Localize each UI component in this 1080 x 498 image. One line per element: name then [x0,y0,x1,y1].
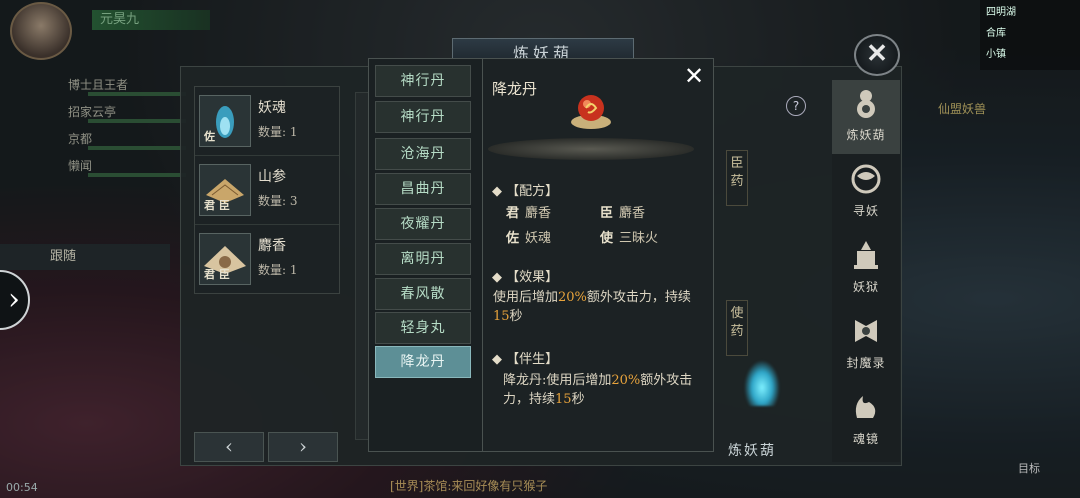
target-button[interactable]: 目标 [1018,460,1040,476]
recipe-item[interactable]: 离明丹 [375,243,471,275]
tab-gourd[interactable]: 炼妖葫 [832,80,900,154]
formula-entry: 臣麝香 [600,206,646,221]
minimap[interactable]: 四明湖 合库 小镇 [980,0,1080,70]
recipe-list: 神行丹 神行丹 沧海丹 昌曲丹 夜耀丹 离明丹 春风散 轻身丸 降龙丹 [368,58,483,452]
recipe-item[interactable]: 春风散 [375,278,471,310]
party-member[interactable]: 懒闻 [20,153,186,180]
party-member[interactable]: 博士且王者 [20,72,186,99]
effect-header: ◆ 【效果】 [492,270,559,285]
soul-mirror-icon [855,396,876,418]
material-list: 佐 妖魂 数量: 1 君 臣 山参 数量: 3 君 臣 麝香 数量: 1 [194,86,340,294]
shi-yao-slot[interactable]: 使药 [726,300,748,356]
formula-entry: 佐妖魂 [506,231,552,246]
pedestal [488,138,694,160]
hp-bar [88,173,186,177]
party-member[interactable]: 招家云亭 [20,99,186,126]
recipe-item[interactable]: 昌曲丹 [375,173,471,205]
player-name: 元昊九 [92,10,210,30]
prev-page-button[interactable]: ‹ [194,432,264,462]
follow-button[interactable]: 跟随 [0,244,170,270]
tab-column: 炼妖葫 寻妖 妖狱 封魔录 魂镜 [832,80,900,462]
recipe-item[interactable]: 神行丹 [375,65,471,97]
recipe-item-selected[interactable]: 降龙丹 [375,346,471,378]
ginseng-icon: 君 臣 [199,164,251,216]
recipe-item[interactable]: 神行丹 [375,101,471,133]
party-member[interactable]: 京都 [20,126,186,153]
chat-line[interactable]: [世界]茶馆:来回好像有只猴子 [390,477,547,494]
chen-yao-slot[interactable]: 臣药 [726,150,748,206]
pill-icon [566,86,616,136]
demon-prison-icon [854,241,878,269]
effect-text: 使用后增加20%额外攻击力，持续15秒 [493,290,691,324]
recipe-item[interactable]: 夜耀丹 [375,208,471,240]
material-item[interactable]: 君 臣 山参 数量: 3 [195,156,339,225]
formula-header: ◆ 【配方】 [492,184,559,199]
party-list: 博士且王者 招家云亭 京都 懒闻 [20,72,186,180]
close-panel-button[interactable]: ✕ [854,34,900,76]
player-avatar[interactable] [10,2,72,60]
pill-name: 降龙丹 [492,80,538,98]
formula-entry: 君麝香 [506,206,552,221]
tab-seal-record[interactable]: 封魔录 [832,308,900,382]
recipe-item[interactable]: 沧海丹 [375,138,471,170]
close-detail-button[interactable]: ✕ [682,64,706,88]
clock: 00:54 [6,481,38,494]
byproduct-header: ◆ 【伴生】 [492,352,559,367]
seek-demon-icon [851,164,881,194]
byproduct-text: 降龙丹:使用后增加20%额外攻击力，持续15秒 [503,373,693,407]
seal-record-icon [855,320,877,342]
refine-button[interactable]: 炼妖葫 [728,440,776,460]
hp-bar [88,119,186,123]
tab-demon-prison[interactable]: 妖狱 [832,232,900,306]
material-item[interactable]: 君 臣 麝香 数量: 1 [195,225,339,293]
help-icon[interactable]: ? [786,96,806,116]
hp-bar [88,146,186,150]
spirit-flame-icon [744,360,780,406]
tab-seek-demon[interactable]: 寻妖 [832,156,900,230]
next-page-button[interactable]: › [268,432,338,462]
material-item[interactable]: 佐 妖魂 数量: 1 [195,87,339,156]
musk-icon: 君 臣 [199,233,251,285]
soul-icon: 佐 [199,95,251,147]
recipe-item[interactable]: 轻身丸 [375,312,471,344]
hp-bar [88,92,186,96]
formula-entry: 使三昧火 [600,231,659,246]
gourd-icon [857,90,875,118]
tab-soul-mirror[interactable]: 魂镜 [832,384,900,458]
quest-tracker[interactable]: 仙盟妖兽 [938,100,986,117]
